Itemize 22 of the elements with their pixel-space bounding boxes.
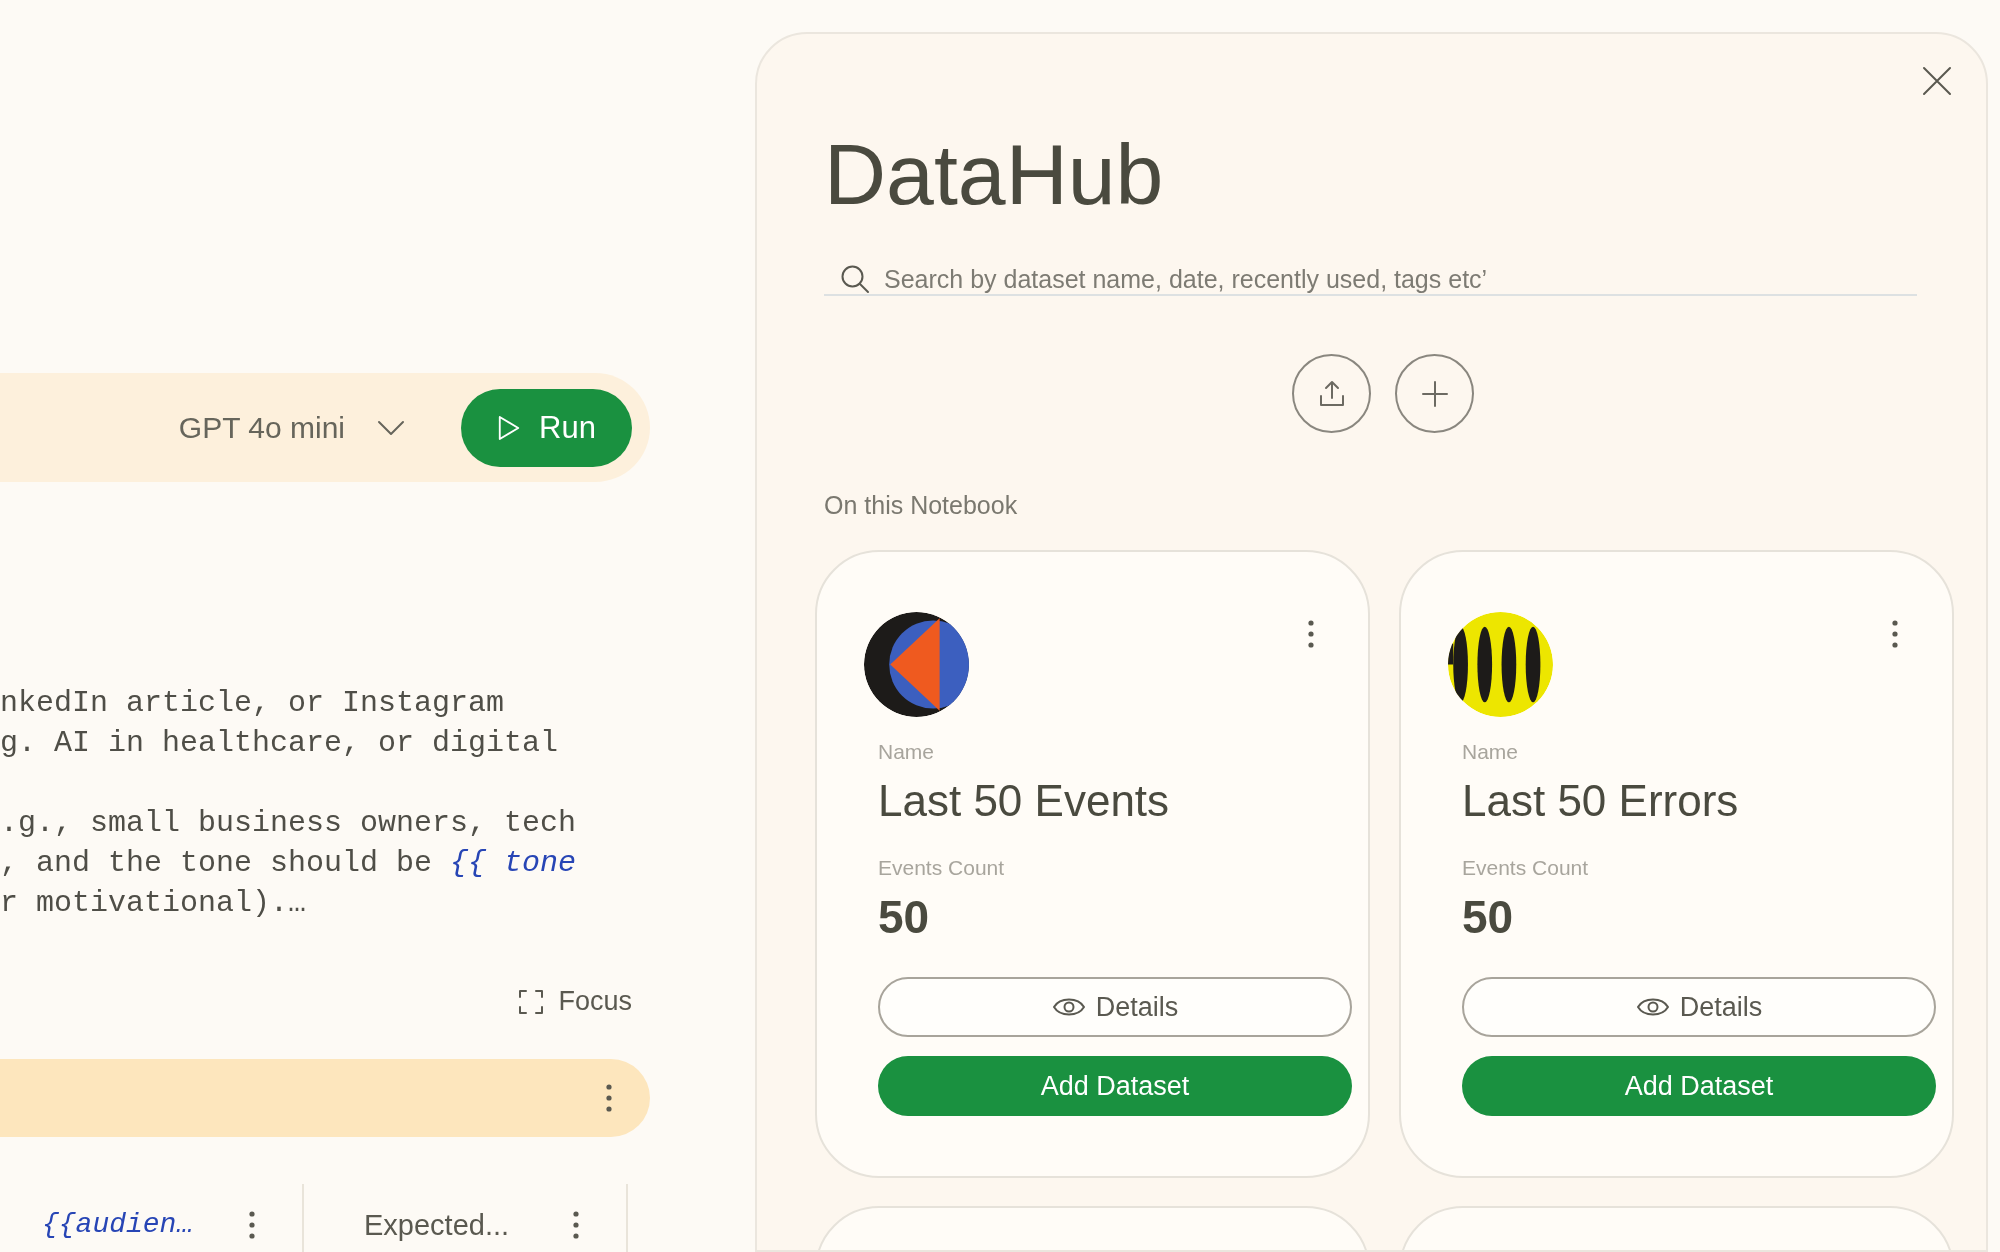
dataset-name: Last 50 Errors [1462, 775, 1740, 827]
search-field[interactable]: Search by dataset name, date, recently used, tags etc’ [824, 264, 1917, 296]
field-label: Name [1462, 739, 1520, 765]
model-dropdown[interactable]: GPT 4o mini [178, 410, 405, 445]
run-button[interactable]: Run [461, 388, 632, 467]
dataset-name: Last 50 Events [878, 775, 1171, 827]
focus-button[interactable]: Focus [518, 986, 632, 1017]
details-button[interactable]: Details [878, 977, 1352, 1037]
add-dataset-button[interactable]: Add Dataset [878, 1056, 1352, 1116]
panel-title: DataHub [824, 125, 1165, 224]
details-button[interactable]: Details [1462, 977, 1936, 1037]
field-label: Events Count [1462, 855, 1590, 881]
field-label: Events Count [878, 855, 1006, 881]
column-header[interactable]: {{audien… [42, 1209, 194, 1241]
events-count: 50 [878, 891, 931, 943]
section-title: On this Notebook [824, 490, 1019, 521]
events-count: 50 [1462, 891, 1515, 943]
column-header[interactable]: Expected... [364, 1209, 510, 1241]
prompt-text: .g., small business owners, tech , and the tone should be {{ tone r motivational).… [0, 805, 578, 922]
field-label: Name [878, 739, 936, 765]
add-dataset-button[interactable]: Add Dataset [1462, 1056, 1936, 1116]
prompt-text: nkedIn article, or Instagram g. AI in healthcare, or digital [0, 685, 560, 762]
